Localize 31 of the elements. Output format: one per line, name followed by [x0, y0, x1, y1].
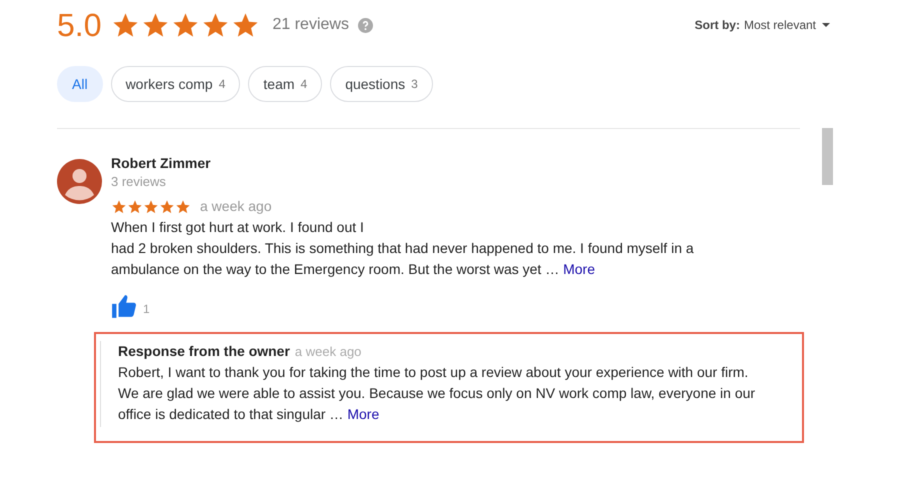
sort-label: Sort by: [694, 17, 740, 34]
star-icon [159, 198, 175, 214]
sort-dropdown[interactable]: Most relevant [744, 16, 830, 34]
response-text: Robert, I want to thank you for taking the time to post up a review about your experience with our firm. We are glad we were able to assist you. Because we focus only on NV work comp law, everyone in our office is dedicated to that singular … More [118, 363, 756, 424]
rating-score: 5.0 [57, 6, 102, 45]
chip-count: 3 [411, 76, 418, 93]
like-count: 1 [143, 301, 150, 318]
review-time: a week ago [200, 197, 272, 216]
star-icon [175, 198, 191, 214]
star-icon [143, 198, 159, 214]
reviewer-name[interactable]: Robert Zimmer [111, 155, 694, 172]
thumbs-up-icon[interactable] [111, 294, 137, 318]
filter-chip[interactable]: All [57, 66, 103, 102]
more-link[interactable]: More [347, 406, 380, 422]
chip-count: 4 [300, 76, 308, 93]
more-link[interactable]: More [563, 261, 596, 277]
star-icon [127, 198, 143, 214]
caret-icon [822, 23, 830, 27]
reviewer-review-count: 3 reviews [111, 173, 167, 191]
filter-chip[interactable]: team 4 [248, 66, 322, 102]
scrollbar-thumb[interactable] [822, 128, 833, 185]
review-text: When I first got hurt at work. I found out I had 2 broken shoulders. This is something that had never happened to me. I found myself in a ambulance on the way to the Emergency room. But the worst was yet … More [111, 218, 694, 279]
filter-chip[interactable]: workers comp 4 [110, 66, 240, 102]
help-icon[interactable] [358, 18, 373, 32]
filter-chip[interactable]: questions 3 [330, 66, 433, 102]
review-count: 21 reviews [272, 15, 349, 35]
chip-count: 4 [218, 76, 226, 93]
star-icon [111, 198, 127, 214]
response-title: Response from the owner [118, 342, 290, 361]
avatar-icon [57, 159, 102, 204]
response-time: a week ago [294, 343, 362, 361]
